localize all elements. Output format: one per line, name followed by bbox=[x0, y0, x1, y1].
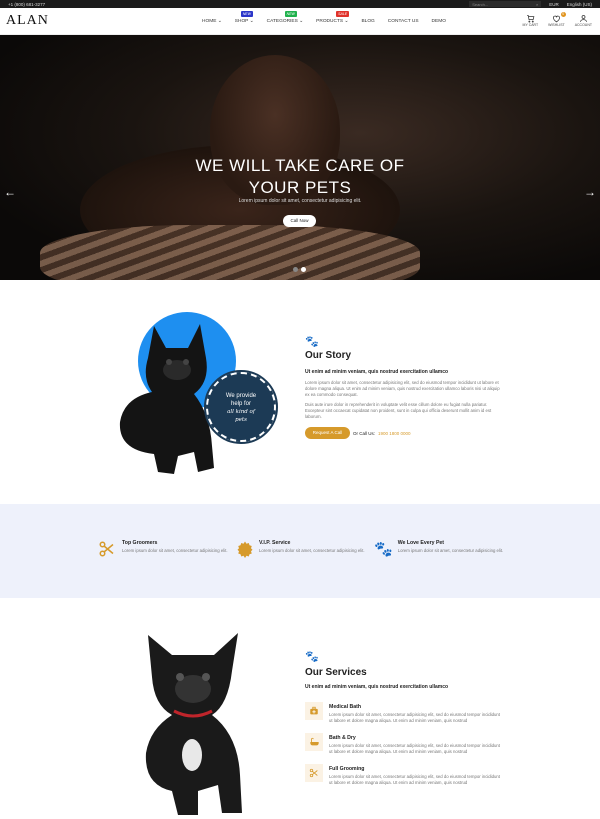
service-item: Bath & Dry Lorem ipsum dolor sit amet, co… bbox=[305, 733, 501, 755]
logo[interactable]: ALAN bbox=[6, 13, 186, 29]
cart-button[interactable]: MY CART bbox=[523, 14, 538, 27]
story-title: Our Story bbox=[305, 350, 352, 361]
account-button[interactable]: ACCOUNT bbox=[575, 14, 592, 27]
wishlist-count: 0 bbox=[560, 12, 566, 17]
feature-item: Top Groomers Lorem ipsum dolor sit amet, … bbox=[97, 540, 228, 558]
hero-subtitle: Lorem ipsum dolor sit amet, consectetur … bbox=[238, 198, 362, 204]
request-call-button[interactable]: Request A Call bbox=[305, 427, 350, 439]
hero-title: WE WILL TAKE CARE OF YOUR PETS bbox=[195, 156, 405, 197]
paw-icon: 🐾 bbox=[374, 541, 393, 558]
user-icon bbox=[579, 15, 587, 22]
story-para-2: Duis aute irure dolor in reprehenderit i… bbox=[305, 402, 492, 419]
hero-slider: WE WILL TAKE CARE OF YOUR PETS Lorem ipsu… bbox=[0, 35, 600, 280]
nav-shop[interactable]: NEW SHOP ⌄ bbox=[235, 10, 254, 24]
search-icon[interactable]: ⌕ bbox=[536, 2, 538, 7]
medical-kit-icon bbox=[310, 706, 318, 715]
currency-select[interactable]: EUR bbox=[549, 2, 559, 7]
sale-badge: SALE bbox=[336, 10, 350, 17]
slider-dots bbox=[293, 267, 306, 272]
nav-blog[interactable]: BLOG bbox=[361, 19, 374, 24]
help-bubble: We provide help for all kind of pets bbox=[204, 370, 278, 444]
phone-text: +1 (800) 681-3277 bbox=[8, 1, 46, 7]
nav-demo[interactable]: DEMO bbox=[432, 19, 446, 24]
site-header: ALAN HOME ⌄ NEW SHOP ⌄ NEW CATEGORIES ⌄ SA… bbox=[0, 8, 600, 35]
slider-dot-active[interactable] bbox=[301, 267, 306, 272]
services-title: Our Services bbox=[305, 667, 367, 678]
slider-dot[interactable] bbox=[293, 267, 298, 272]
badge-icon bbox=[237, 541, 253, 558]
hero-blanket bbox=[40, 225, 420, 280]
scissors-icon bbox=[99, 541, 114, 557]
call-phone-link[interactable]: 1900 1800 0000 bbox=[378, 431, 411, 436]
top-bar: +1 (800) 681-3277 Search... ⌕ EUR Englis… bbox=[0, 0, 600, 8]
features-band: Top Groomers Lorem ipsum dolor sit amet, … bbox=[0, 504, 600, 598]
wishlist-button[interactable]: 0 WISHLIST bbox=[548, 12, 566, 27]
cart-icon bbox=[526, 15, 535, 23]
service-item: Medical Bath Lorem ipsum dolor sit amet, … bbox=[305, 702, 501, 724]
main-nav: HOME ⌄ NEW SHOP ⌄ NEW CATEGORIES ⌄ SALE PRO… bbox=[202, 10, 446, 24]
arrow-left-icon[interactable]: ← bbox=[4, 185, 16, 199]
nav-categories[interactable]: NEW CATEGORIES ⌄ bbox=[267, 10, 303, 24]
call-now-button[interactable]: Call Now bbox=[283, 215, 316, 227]
nav-home[interactable]: HOME ⌄ bbox=[202, 19, 222, 24]
or-call-label: Or Call Us: bbox=[353, 430, 376, 436]
services-bold: Ut enim ad minim veniam, quis nostrud ex… bbox=[305, 684, 449, 690]
paw-icon: 🐾 bbox=[305, 651, 319, 663]
story-para-1: Lorem ipsum dolor sit amet, consectetur … bbox=[305, 380, 500, 397]
new-badge: NEW bbox=[284, 10, 297, 17]
our-story-section: 🐾 Our Story Ut enim ad minim veniam, qui… bbox=[305, 335, 500, 439]
chihuahua-image bbox=[145, 633, 242, 815]
feature-item: 🐾 We Love Every Pet Lorem ipsum dolor sit… bbox=[374, 540, 504, 558]
paw-icon: 🐾 bbox=[305, 336, 319, 348]
our-services-section: 🐾 Our Services Ut enim ad minim veniam, … bbox=[305, 650, 505, 690]
nav-products[interactable]: SALE PRODUCTS ⌄ bbox=[316, 10, 350, 24]
search-input[interactable]: Search... ⌕ bbox=[469, 1, 542, 7]
arrow-right-icon[interactable]: → bbox=[584, 185, 596, 199]
feature-item: V.I.P. Service Lorem ipsum dolor sit amet… bbox=[236, 540, 365, 558]
bathtub-icon bbox=[309, 737, 319, 746]
nav-contact[interactable]: CONTACT US bbox=[388, 19, 419, 24]
language-select[interactable]: English (US) bbox=[567, 2, 592, 7]
story-bold: Ut enim ad minim veniam, quis nostrud ex… bbox=[305, 369, 449, 375]
new-badge: NEW bbox=[240, 10, 253, 17]
scissors-icon bbox=[309, 768, 318, 778]
heart-icon bbox=[553, 15, 560, 23]
service-item: Full Grooming Lorem ipsum dolor sit amet,… bbox=[305, 764, 501, 786]
